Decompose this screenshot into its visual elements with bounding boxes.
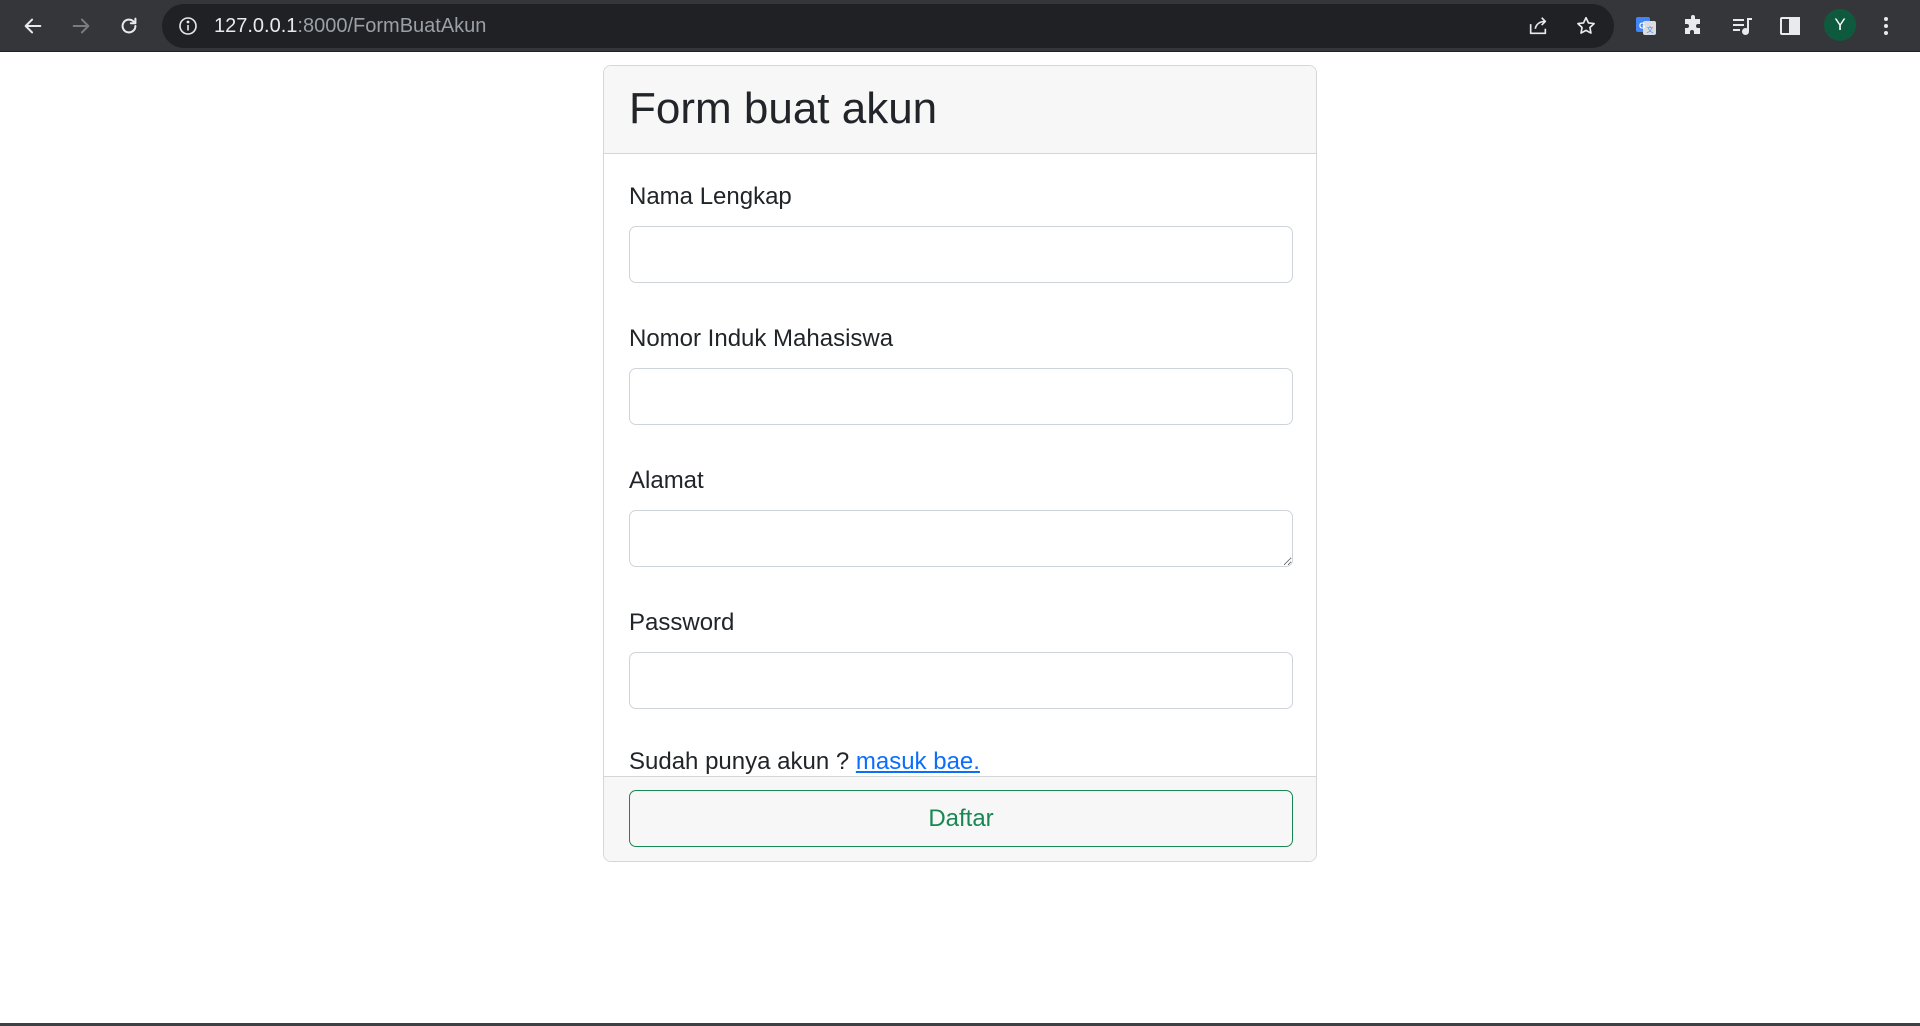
forward-button[interactable] xyxy=(65,10,97,42)
svg-text:文: 文 xyxy=(1647,25,1654,34)
more-vert-icon xyxy=(1884,17,1888,35)
card-header: Form buat akun xyxy=(604,66,1316,154)
login-prompt: Sudah punya akun ? masuk bae. xyxy=(629,747,1291,777)
password-group: Password xyxy=(629,608,1293,709)
profile-avatar[interactable]: Y xyxy=(1824,9,1856,41)
login-link[interactable]: masuk bae. xyxy=(856,748,980,775)
daftar-button[interactable]: Daftar xyxy=(629,790,1293,847)
card-body: Nama Lengkap Nomor Induk Mahasiswa Alama… xyxy=(604,154,1316,776)
nama-group: Nama Lengkap xyxy=(629,182,1293,283)
info-icon[interactable] xyxy=(178,16,198,36)
nim-label: Nomor Induk Mahasiswa xyxy=(629,325,894,352)
translate-icon: G文 xyxy=(1636,17,1656,35)
alamat-label: Alamat xyxy=(629,467,704,494)
arrow-left-icon xyxy=(24,18,42,34)
side-panel-button[interactable] xyxy=(1774,10,1806,42)
address-bar[interactable]: 127.0.0.1:8000/FormBuatAkun xyxy=(162,4,1614,48)
url-path: :8000/FormBuatAkun xyxy=(297,15,487,37)
star-icon xyxy=(1577,16,1595,34)
google-translate-extension[interactable]: G文 xyxy=(1630,10,1662,42)
alamat-textarea[interactable] xyxy=(629,510,1293,567)
share-button[interactable] xyxy=(1525,14,1551,38)
nim-input[interactable] xyxy=(629,368,1293,425)
bookmark-button[interactable] xyxy=(1573,14,1599,38)
url-host: 127.0.0.1 xyxy=(214,15,298,37)
alamat-group: Alamat xyxy=(629,466,1293,567)
menu-button[interactable] xyxy=(1870,10,1902,42)
card-footer: Daftar xyxy=(604,776,1316,861)
svg-text:G: G xyxy=(1639,22,1645,31)
puzzle-icon xyxy=(1685,15,1700,34)
arrow-right-icon xyxy=(72,18,90,34)
side-panel-icon xyxy=(1780,17,1800,35)
extensions-button[interactable] xyxy=(1678,10,1710,42)
nama-label: Nama Lengkap xyxy=(629,183,792,210)
nama-lengkap-input[interactable] xyxy=(629,226,1293,283)
back-button[interactable] xyxy=(17,10,49,42)
queue-music-icon xyxy=(1733,18,1752,35)
url-text[interactable]: 127.0.0.1:8000/FormBuatAkun xyxy=(214,4,486,48)
share-icon xyxy=(1529,17,1547,35)
reading-list-button[interactable] xyxy=(1726,10,1758,42)
reload-icon xyxy=(121,17,137,34)
password-label: Password xyxy=(629,609,735,636)
password-input[interactable] xyxy=(629,652,1293,709)
page-title: Form buat akun xyxy=(629,84,938,133)
reload-button[interactable] xyxy=(113,10,145,42)
register-card: Form buat akun Nama Lengkap Nomor Induk … xyxy=(603,65,1317,862)
browser-toolbar: 127.0.0.1:8000/FormBuatAkun G文 Y xyxy=(0,0,1920,52)
nim-group: Nomor Induk Mahasiswa xyxy=(629,324,1293,425)
login-prompt-text: Sudah punya akun ? xyxy=(629,748,856,775)
